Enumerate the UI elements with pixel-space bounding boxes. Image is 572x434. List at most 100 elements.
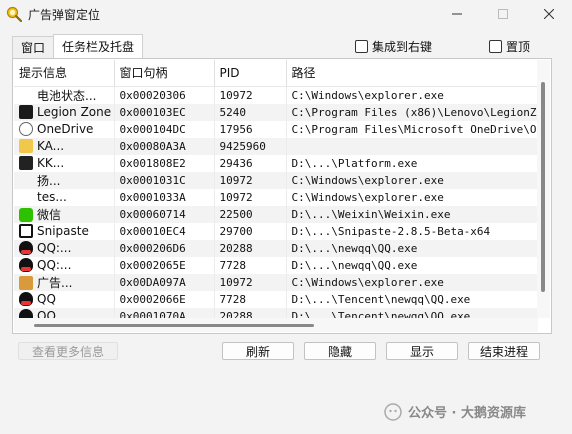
cell-path: D:\...\Tencent\newqq\QQ.exe bbox=[286, 307, 538, 318]
cell-tip-text: KA... bbox=[37, 139, 65, 153]
table-row[interactable]: QQ:... 0x000206D6 20288 D:\...\newqq\QQ.exe bbox=[14, 239, 538, 257]
title-bar: 广告弹窗定位 bbox=[0, 0, 572, 28]
cell-pid: 17956 bbox=[214, 120, 287, 138]
vertical-scroll-thumb[interactable] bbox=[541, 82, 545, 292]
cell-pid: 10972 bbox=[214, 188, 287, 206]
cell-handle: 0x00DA097A bbox=[114, 273, 215, 291]
cell-pid: 7728 bbox=[214, 290, 287, 308]
cell-tip-text: 广告... bbox=[37, 275, 73, 290]
close-button[interactable] bbox=[526, 0, 572, 28]
table-row[interactable]: OneDrive 0x000104DC 17956 C:\Program Files\… bbox=[14, 120, 538, 138]
table-header-row: 提示信息 窗口句柄 PID 路径 bbox=[14, 60, 538, 87]
cell-tip-text: Legion Zone bbox=[37, 105, 112, 119]
table-row[interactable]: QQ 0x0001070A 20288 D:\...\Tencent\newqq\QQ… bbox=[14, 307, 538, 318]
hide-button[interactable]: 隐藏 bbox=[304, 342, 376, 360]
table-row[interactable]: QQ:... 0x0002065E 7728 D:\...\newqq\QQ.exe bbox=[14, 256, 538, 274]
cell-path: D:\...\newqq\QQ.exe bbox=[286, 256, 538, 274]
folder-icon bbox=[19, 139, 33, 153]
more-info-button[interactable]: 查看更多信息 bbox=[18, 342, 118, 360]
table-row[interactable]: 微信 0x00060714 22500 D:\...\Weixin\Weixin.ex… bbox=[14, 205, 538, 223]
table-row[interactable]: KA... 0x00080A3A 9425960 bbox=[14, 137, 538, 155]
magnifier-app-icon bbox=[6, 6, 22, 22]
qq-icon bbox=[19, 292, 33, 306]
blank-icon bbox=[19, 89, 33, 103]
show-button[interactable]: 显示 bbox=[386, 342, 458, 360]
snipaste-icon bbox=[19, 224, 33, 238]
cell-tip: Snipaste bbox=[14, 222, 115, 240]
column-header-tip[interactable]: 提示信息 bbox=[14, 60, 115, 87]
wechat-icon bbox=[19, 207, 33, 222]
cell-handle: 0x0002065E bbox=[114, 256, 215, 274]
table-row[interactable]: QQ 0x0002066E 7728 D:\...\Tencent\newqq\QQ.… bbox=[14, 290, 538, 308]
tab-strip: 窗口 任务栏及托盘 bbox=[12, 34, 144, 58]
cell-tip: KA... bbox=[14, 137, 115, 155]
blank-icon bbox=[19, 174, 33, 188]
always-on-top-checkbox[interactable]: 置顶 bbox=[489, 38, 530, 55]
cell-tip-text: 扬... bbox=[37, 173, 61, 188]
cell-tip: 扬... bbox=[14, 171, 115, 189]
cell-tip-text: QQ bbox=[37, 309, 56, 318]
checkbox-box[interactable] bbox=[489, 40, 502, 53]
kk-icon bbox=[19, 156, 33, 170]
table-row[interactable]: 扬... 0x0001031C 10972 C:\Windows\explorer.e… bbox=[14, 171, 538, 189]
cell-tip: QQ bbox=[14, 307, 115, 318]
cell-path: D:\...\Weixin\Weixin.exe bbox=[286, 205, 538, 223]
cell-tip-text: QQ:... bbox=[37, 258, 72, 272]
minimize-button[interactable] bbox=[434, 0, 480, 28]
cell-path: C:\Program Files\Microsoft OneDrive\OneD bbox=[286, 120, 538, 138]
cell-tip-text: 微信 bbox=[37, 207, 62, 222]
cell-handle: 0x0001031C bbox=[114, 171, 215, 189]
refresh-button[interactable]: 刷新 bbox=[222, 342, 294, 360]
column-header-pid[interactable]: PID bbox=[214, 60, 287, 87]
cell-pid: 20288 bbox=[214, 239, 287, 257]
watermark-text: 公众号 · 大鹅资源库 bbox=[408, 406, 526, 421]
cell-tip: QQ:... bbox=[14, 256, 115, 274]
window-list-panel: 提示信息 窗口句柄 PID 路径 电池状态... 0x00020306 10972 C… bbox=[12, 58, 552, 334]
cell-tip: Legion Zone bbox=[14, 103, 115, 121]
cell-handle: 0x00020306 bbox=[114, 86, 215, 104]
table-row[interactable]: 电池状态... 0x00020306 10972 C:\Windows\explore… bbox=[14, 86, 538, 104]
cell-tip: 广告... bbox=[14, 273, 115, 291]
end-process-button[interactable]: 结束进程 bbox=[468, 342, 540, 360]
column-header-handle[interactable]: 窗口句柄 bbox=[114, 60, 215, 87]
qq-icon bbox=[19, 309, 33, 318]
cell-pid: 10972 bbox=[214, 86, 287, 104]
cell-pid: 29700 bbox=[214, 222, 287, 240]
cell-tip-text: QQ:... bbox=[37, 241, 72, 255]
cell-pid: 22500 bbox=[214, 205, 287, 223]
cell-tip-text: KK... bbox=[37, 156, 65, 170]
qq-icon bbox=[19, 258, 33, 272]
cell-pid: 5240 bbox=[214, 103, 287, 121]
horizontal-scrollbar[interactable] bbox=[14, 318, 538, 332]
cell-path: D:\...\Snipaste-2.8.5-Beta-x64 bbox=[286, 222, 538, 240]
cell-path: C:\Windows\explorer.exe bbox=[286, 273, 538, 291]
table-row[interactable]: Snipaste 0x00010EC4 29700 D:\...\Snipaste-2… bbox=[14, 222, 538, 240]
cell-path: C:\Windows\explorer.exe bbox=[286, 188, 538, 206]
cell-handle: 0x00060714 bbox=[114, 205, 215, 223]
tab-taskbar-tray[interactable]: 任务栏及托盘 bbox=[53, 34, 144, 58]
cell-pid: 10972 bbox=[214, 171, 287, 189]
cell-path: D:\...\Platform.exe bbox=[286, 154, 538, 172]
vertical-scrollbar[interactable] bbox=[537, 60, 550, 318]
table-row[interactable]: tes... 0x0001033A 10972 C:\Windows\explorer… bbox=[14, 188, 538, 206]
checkbox-box[interactable] bbox=[355, 40, 368, 53]
cell-pid: 10972 bbox=[214, 273, 287, 291]
integrate-right-click-checkbox[interactable]: 集成到右键 bbox=[355, 38, 432, 55]
checkbox-label: 置顶 bbox=[506, 40, 531, 54]
cell-path: D:\...\Tencent\newqq\QQ.exe bbox=[286, 290, 538, 308]
horizontal-scroll-thumb[interactable] bbox=[34, 324, 314, 327]
cell-tip: QQ bbox=[14, 290, 115, 308]
column-header-path[interactable]: 路径 bbox=[286, 60, 538, 87]
cell-tip-text: OneDrive bbox=[37, 122, 94, 136]
maximize-button[interactable] bbox=[480, 0, 526, 28]
tab-window[interactable]: 窗口 bbox=[12, 36, 55, 58]
table-row[interactable]: 广告... 0x00DA097A 10972 C:\Windows\explorer.… bbox=[14, 273, 538, 291]
cell-tip: 微信 bbox=[14, 205, 115, 223]
cell-handle: 0x00010EC4 bbox=[114, 222, 215, 240]
wechat-official-account-icon bbox=[384, 402, 402, 421]
cell-handle: 0x0001070A bbox=[114, 307, 215, 318]
table-row[interactable]: KK... 0x001808E2 29436 D:\...\Platform.exe bbox=[14, 154, 538, 172]
cell-pid: 29436 bbox=[214, 154, 287, 172]
cell-handle: 0x000104DC bbox=[114, 120, 215, 138]
table-row[interactable]: Legion Zone 0x000103EC 5240 C:\Program File… bbox=[14, 103, 538, 121]
